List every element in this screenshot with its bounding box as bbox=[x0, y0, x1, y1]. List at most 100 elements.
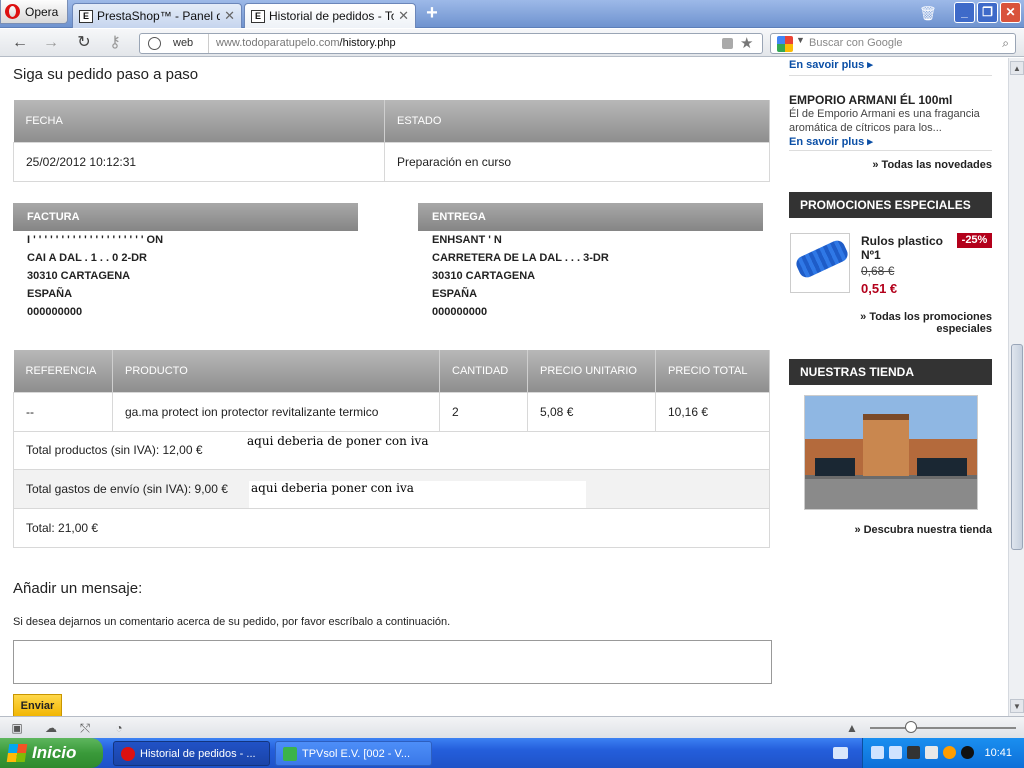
address-url[interactable]: www.todoparatupelo.com/history.php bbox=[216, 37, 396, 49]
invoice-line-street: CAI A DAL . 1 . . 0 2-DR bbox=[27, 252, 148, 264]
products-header-total-price: PRECIO TOTAL bbox=[655, 350, 770, 392]
store-window bbox=[917, 458, 967, 476]
taskbar-item-tpvsol[interactable]: TPVsol E.V. [002 - V... bbox=[275, 741, 432, 766]
discount-badge: -25% bbox=[957, 233, 992, 248]
product-quantity: 2 bbox=[439, 391, 528, 432]
panel-toggle-icon[interactable]: ▣ bbox=[10, 721, 24, 735]
opera-icon bbox=[121, 747, 135, 761]
clock: 10:41 bbox=[984, 747, 1012, 759]
share-icon[interactable]: ⤲ bbox=[78, 721, 92, 735]
search-box[interactable]: ▼ Buscar con Google ⌕ bbox=[770, 33, 1016, 54]
system-tray: 10:41 bbox=[862, 738, 1024, 768]
zoom-slider-knob[interactable] bbox=[905, 721, 917, 733]
message-heading: Añadir un mensaje: bbox=[13, 580, 143, 597]
novelty-product-name[interactable]: EMPORIO ARMANI ÉL 100ml bbox=[789, 93, 952, 107]
opera-menu-label: Opera bbox=[25, 4, 59, 19]
cloud-icon[interactable]: ☁ bbox=[44, 721, 58, 735]
browser-status-bar: ▣ ☁ ⤲ ◔ ▲ bbox=[0, 716, 1024, 738]
close-tab-icon[interactable]: ✕ bbox=[398, 8, 409, 24]
start-label: Inicio bbox=[32, 743, 77, 762]
tab-historial[interactable]: E Historial de pedidos - To... ✕ bbox=[244, 3, 416, 28]
minimize-button[interactable]: _ bbox=[954, 2, 975, 23]
network-icon[interactable] bbox=[871, 746, 884, 759]
back-arrow-icon[interactable]: ← bbox=[11, 34, 29, 52]
address-scheme: web bbox=[173, 37, 194, 49]
page-viewport: Siga su pedido paso a paso FECHA ESTADO … bbox=[0, 58, 1008, 716]
opera-menu-button[interactable]: Opera bbox=[0, 0, 68, 24]
zoom-collapse-icon[interactable]: ▲ bbox=[845, 721, 859, 735]
tray-app-icon[interactable] bbox=[961, 746, 974, 759]
globe-icon bbox=[148, 37, 161, 50]
trash-icon[interactable]: 🗑 bbox=[919, 5, 937, 21]
address-separator bbox=[208, 34, 209, 53]
delivery-line-country: ESPAÑA bbox=[432, 288, 478, 300]
keyboard-icon[interactable] bbox=[833, 747, 848, 759]
products-table: REFERENCIA PRODUCTO CANTIDAD PRECIO UNIT… bbox=[13, 350, 770, 432]
tray-app-icon[interactable] bbox=[943, 746, 956, 759]
forward-arrow-icon[interactable]: → bbox=[42, 34, 60, 52]
promo-product-image[interactable] bbox=[790, 233, 851, 293]
all-news-link[interactable]: » Todas las novedades bbox=[872, 159, 992, 171]
scroll-thumb[interactable] bbox=[1011, 344, 1023, 550]
rss-icon[interactable] bbox=[722, 38, 733, 49]
roller-image bbox=[793, 238, 851, 280]
delivery-line-phone: 000000000 bbox=[432, 306, 488, 318]
delivery-line-street: CARRETERA DE LA DAL . . . 3-DR bbox=[432, 252, 609, 264]
products-header-reference: REFERENCIA bbox=[13, 350, 113, 392]
promo-product-name[interactable]: Rulos plastico Nº1 bbox=[861, 234, 951, 262]
prestashop-favicon-icon: E bbox=[79, 9, 93, 23]
speed-dial-icon[interactable]: ◔ bbox=[112, 721, 126, 735]
total-shipping: Total gastos de envío (sin IVA): 9,00 € bbox=[26, 482, 228, 496]
tray-app-icon[interactable] bbox=[907, 746, 920, 759]
send-button[interactable]: Enviar bbox=[13, 694, 62, 716]
status-header-fecha: FECHA bbox=[13, 100, 385, 142]
track-title: Siga su pedido paso a paso bbox=[13, 66, 199, 83]
more-link[interactable]: En savoir plus ▸ bbox=[789, 135, 873, 148]
status-state: Preparación en curso bbox=[384, 141, 770, 182]
search-icon[interactable]: ⌕ bbox=[1002, 36, 1009, 51]
taskbar-item-browser[interactable]: Historial de pedidos - ... bbox=[113, 741, 270, 766]
tray-app-icon[interactable] bbox=[925, 746, 938, 759]
products-header-unit-price: PRECIO UNITARIO bbox=[527, 350, 656, 392]
start-button[interactable]: Inicio bbox=[0, 738, 103, 768]
store-image[interactable] bbox=[804, 395, 978, 510]
address-bar[interactable]: web www.todoparatupelo.com/history.php ★ bbox=[139, 33, 763, 54]
url-host: www.todoparatupelo.com bbox=[216, 37, 340, 49]
close-tab-icon[interactable]: ✕ bbox=[224, 8, 235, 24]
table-row: -- ga.ma protect ion protector revitaliz… bbox=[13, 391, 770, 432]
novelty-product-desc: Él de Emporio Armani es una fragancia ar… bbox=[789, 108, 980, 134]
all-promos-link[interactable]: » Todas los promociones especiales bbox=[842, 311, 992, 335]
total-products: Total productos (sin IVA): 12,00 € bbox=[26, 443, 203, 457]
scroll-down-icon[interactable]: ▼ bbox=[1010, 699, 1024, 713]
invoice-heading: FACTURA bbox=[13, 203, 358, 231]
order-total: Total: 21,00 € bbox=[26, 521, 99, 535]
store-window bbox=[815, 458, 855, 476]
volume-icon[interactable] bbox=[889, 746, 902, 759]
scroll-up-icon[interactable]: ▲ bbox=[1010, 61, 1024, 75]
zoom-slider[interactable] bbox=[870, 727, 1016, 729]
vertical-scrollbar[interactable]: ▲ ▼ bbox=[1008, 58, 1024, 716]
chevron-down-icon[interactable]: ▼ bbox=[796, 35, 805, 45]
url-path: /history.php bbox=[339, 37, 396, 49]
store-heading: NUESTRAS TIENDA bbox=[789, 359, 992, 385]
reload-icon[interactable]: ↻ bbox=[75, 34, 93, 52]
browser-tab-bar: Opera E PrestaShop™ - Panel de ... ✕ E H… bbox=[0, 0, 1024, 28]
message-textarea[interactable] bbox=[13, 640, 772, 684]
promo-new-price: 0,51 € bbox=[861, 281, 898, 296]
maximize-button[interactable]: ❐ bbox=[977, 2, 998, 23]
opera-logo-icon bbox=[5, 4, 20, 19]
more-link-top[interactable]: En savoir plus ▸ bbox=[789, 58, 873, 71]
store-link[interactable]: » Descubra nuestra tienda bbox=[854, 524, 992, 536]
delivery-address: ENTREGA ENHSANT ' N CARRETERA DE LA DAL … bbox=[418, 203, 763, 321]
message-hint: Si desea dejarnos un comentario acerca d… bbox=[13, 616, 451, 628]
tab-prestashop[interactable]: E PrestaShop™ - Panel de ... ✕ bbox=[72, 3, 242, 28]
bookmark-star-icon[interactable]: ★ bbox=[740, 34, 753, 52]
status-table: FECHA ESTADO 25/02/2012 10:12:31 Prepara… bbox=[13, 100, 770, 182]
delivery-heading: ENTREGA bbox=[418, 203, 763, 231]
key-icon[interactable]: ⚷ bbox=[106, 34, 124, 52]
invoice-line-country: ESPAÑA bbox=[27, 288, 73, 300]
google-icon[interactable] bbox=[777, 36, 793, 52]
close-window-button[interactable]: ✕ bbox=[1000, 2, 1021, 23]
new-tab-icon[interactable]: + bbox=[422, 3, 442, 23]
windows-logo-icon bbox=[6, 744, 28, 762]
